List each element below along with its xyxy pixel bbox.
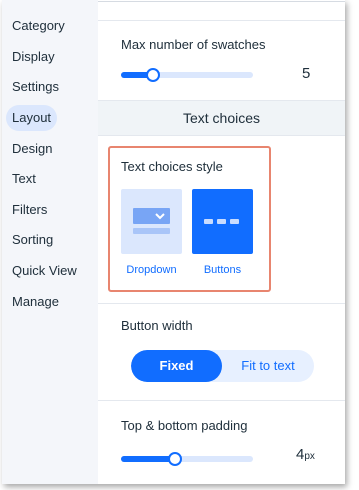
- swatches-slider[interactable]: [121, 68, 253, 82]
- padding-slider-fill: [121, 456, 175, 462]
- padding-label: Top & bottom padding: [121, 418, 248, 433]
- sidebar-item-text[interactable]: Text: [6, 166, 42, 192]
- sidebar-item-quick-view[interactable]: Quick View: [6, 258, 83, 284]
- fixed-width-option[interactable]: Fixed: [131, 350, 222, 382]
- swatches-value: 5: [302, 65, 311, 82]
- buttons-option[interactable]: [192, 189, 253, 254]
- sidebar: Category Display Settings Layout Design …: [2, 0, 98, 484]
- buttons-option-label[interactable]: Buttons: [192, 264, 253, 276]
- sidebar-item-manage[interactable]: Manage: [6, 289, 65, 315]
- sidebar-item-sorting[interactable]: Sorting: [6, 227, 59, 253]
- swatches-slider-thumb[interactable]: [146, 68, 160, 82]
- text-choices-style-label: Text choices style: [121, 159, 223, 174]
- sidebar-item-layout[interactable]: Layout: [6, 105, 58, 131]
- sidebar-item-category[interactable]: Category: [6, 13, 71, 39]
- divider: [98, 20, 345, 21]
- sidebar-item-design[interactable]: Design: [6, 136, 58, 162]
- buttons-icon: [204, 219, 239, 224]
- padding-slider-thumb[interactable]: [168, 452, 182, 466]
- settings-window: Category Display Settings Layout Design …: [2, 0, 345, 484]
- padding-value-unit: px: [304, 451, 315, 462]
- dropdown-icon: [133, 208, 170, 234]
- dropdown-option-label[interactable]: Dropdown: [121, 264, 182, 276]
- padding-slider[interactable]: [121, 452, 253, 466]
- dropdown-option[interactable]: [121, 189, 182, 254]
- button-width-toggle: Fixed Fit to text: [131, 350, 314, 382]
- settings-panel: Max number of swatches 5 Text choices Te…: [98, 0, 345, 484]
- sidebar-item-settings[interactable]: Settings: [6, 74, 65, 100]
- sidebar-item-filters[interactable]: Filters: [6, 197, 53, 223]
- divider: [98, 303, 345, 304]
- section-header-text-choices: Text choices: [98, 101, 345, 135]
- divider: [98, 400, 345, 401]
- swatches-label: Max number of swatches: [121, 37, 266, 52]
- top-divider: [98, 1, 345, 2]
- padding-value: 4px: [296, 446, 315, 463]
- fit-to-text-option[interactable]: Fit to text: [222, 350, 314, 382]
- divider: [98, 135, 345, 136]
- sidebar-item-display[interactable]: Display: [6, 44, 61, 70]
- button-width-label: Button width: [121, 318, 193, 333]
